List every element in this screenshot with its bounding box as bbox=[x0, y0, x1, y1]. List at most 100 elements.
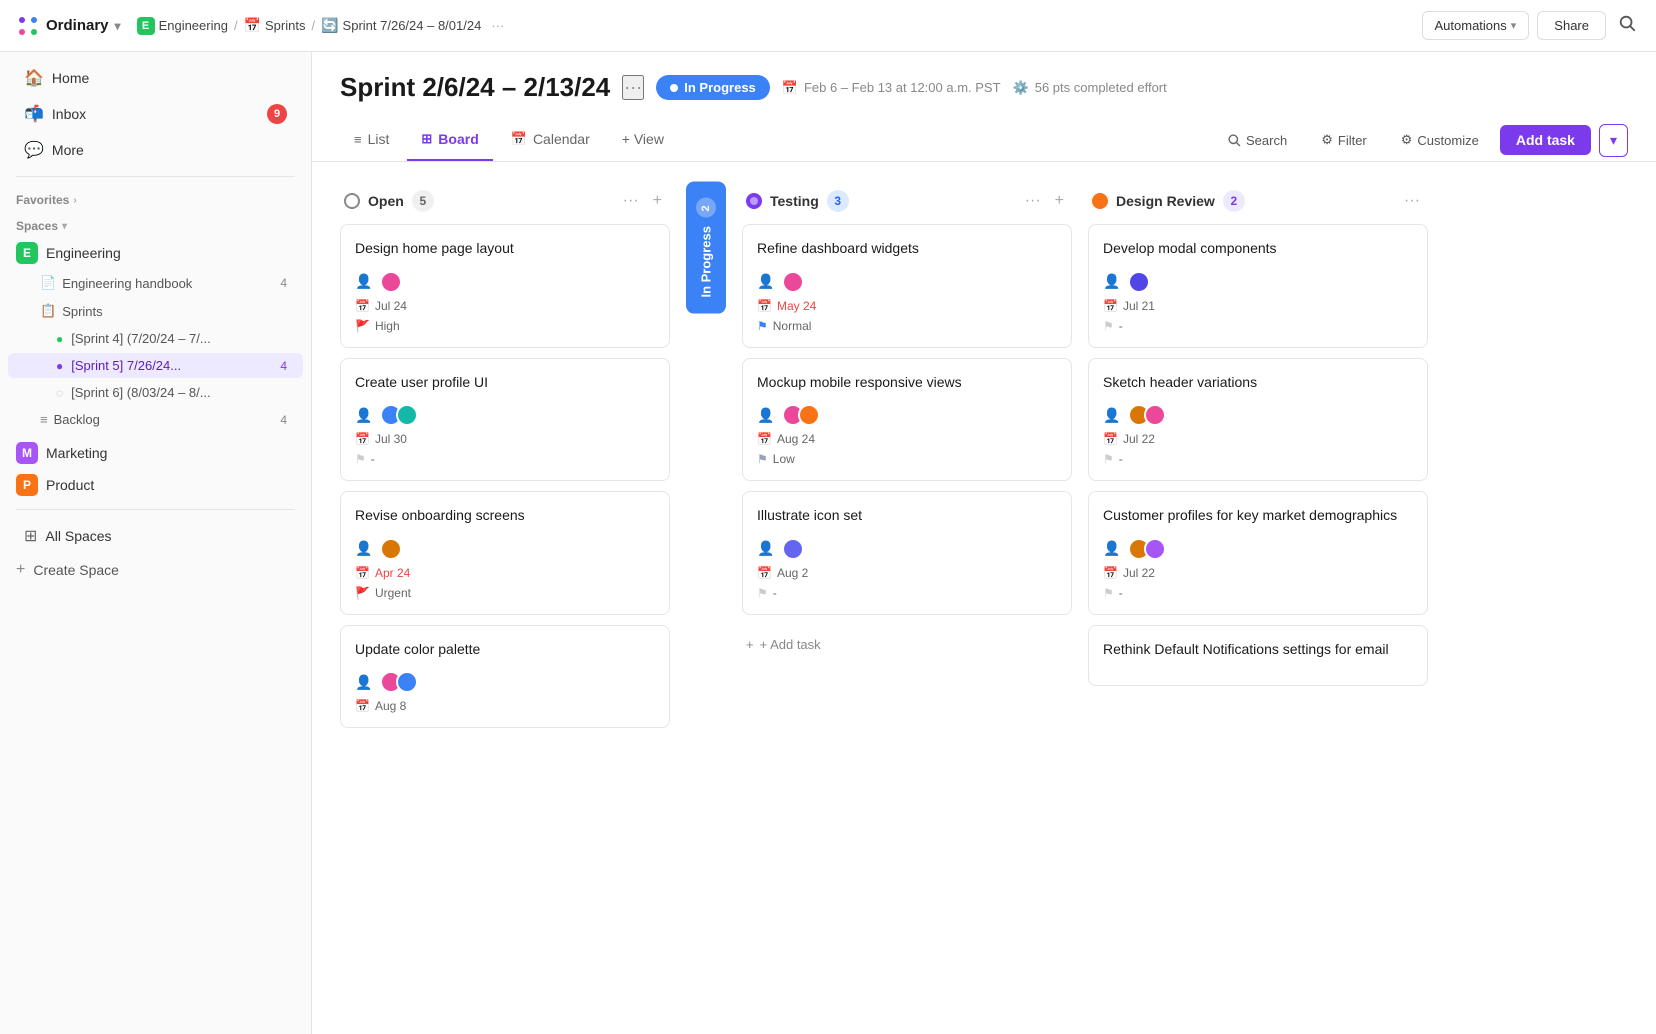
avatar-group bbox=[782, 538, 804, 560]
tab-board[interactable]: ⊞ Board bbox=[407, 119, 492, 161]
card-user-profile[interactable]: Create user profile UI 👤 📅 Jul 30 bbox=[340, 358, 670, 482]
search-button[interactable]: Search bbox=[1214, 126, 1300, 155]
engineering-space-label: Engineering bbox=[46, 245, 121, 261]
card-color-palette[interactable]: Update color palette 👤 📅 Aug 8 bbox=[340, 625, 670, 729]
tab-calendar-label: Calendar bbox=[533, 131, 590, 147]
board-icon: ⊞ bbox=[421, 131, 432, 147]
card-date: 📅 Jul 24 bbox=[355, 299, 655, 313]
sidebar-item-sprints[interactable]: 📋 Sprints bbox=[8, 298, 303, 324]
col-add-open-btn[interactable]: + bbox=[649, 190, 666, 212]
sprint6-status-icon: ◌ bbox=[56, 386, 63, 400]
sprint-status-badge[interactable]: In Progress bbox=[656, 75, 770, 100]
card-meta: 👤 bbox=[757, 271, 1057, 293]
sidebar-spaces-section[interactable]: Spaces ▾ bbox=[0, 211, 311, 237]
tab-calendar[interactable]: 📅 Calendar bbox=[497, 119, 604, 161]
sidebar-item-handbook[interactable]: 📄 Engineering handbook 4 bbox=[8, 270, 303, 296]
sprint-title-row: Sprint 2/6/24 – 2/13/24 ··· In Progress … bbox=[340, 72, 1628, 103]
card-priority: ⚑ - bbox=[1103, 319, 1413, 333]
card-priority: ⚑ - bbox=[1103, 452, 1413, 466]
sidebar-item-home[interactable]: 🏠 Home bbox=[8, 61, 303, 95]
customize-button[interactable]: ⚙ Customize bbox=[1388, 125, 1492, 155]
card-title: Illustrate icon set bbox=[757, 506, 1057, 526]
breadcrumb-more[interactable]: ··· bbox=[491, 18, 504, 33]
sidebar-item-backlog[interactable]: ≡ Backlog 4 bbox=[8, 407, 303, 432]
col-count-testing: 3 bbox=[827, 190, 849, 212]
add-task-button[interactable]: Add task bbox=[1500, 125, 1591, 155]
col-add-testing-btn[interactable]: + bbox=[1051, 190, 1068, 212]
priority-flag: ⚑ bbox=[757, 319, 768, 333]
tab-add-view[interactable]: + View bbox=[608, 119, 678, 161]
create-space-button[interactable]: + Create Space bbox=[0, 554, 311, 586]
card-customer-profiles[interactable]: Customer profiles for key market demogra… bbox=[1088, 491, 1428, 615]
date-value: Jul 24 bbox=[375, 299, 407, 313]
card-header-variations[interactable]: Sketch header variations 👤 📅 Jul 22 bbox=[1088, 358, 1428, 482]
date-value: Apr 24 bbox=[375, 566, 410, 580]
priority-label: Normal bbox=[773, 319, 812, 333]
breadcrumb-sprints[interactable]: 📅 Sprints bbox=[244, 17, 306, 34]
sidebar-divider-2 bbox=[16, 509, 295, 510]
breadcrumb-sprint-current[interactable]: 🔄 Sprint 7/26/24 – 8/01/24 bbox=[321, 17, 481, 34]
card-dashboard-widgets[interactable]: Refine dashboard widgets 👤 📅 May 24 bbox=[742, 224, 1072, 348]
card-icon-set[interactable]: Illustrate icon set 👤 📅 Aug 2 bbox=[742, 491, 1072, 615]
add-task-dropdown[interactable]: ▾ bbox=[1599, 124, 1628, 157]
card-priority: 🚩 High bbox=[355, 319, 655, 333]
sidebar-favorites-section[interactable]: Favorites › bbox=[0, 185, 311, 211]
automations-button[interactable]: Automations ▾ bbox=[1422, 11, 1530, 40]
date-value: Aug 2 bbox=[777, 566, 808, 580]
share-button[interactable]: Share bbox=[1537, 11, 1606, 40]
global-search-button[interactable] bbox=[1614, 10, 1640, 41]
space-engineering[interactable]: E Engineering bbox=[0, 237, 311, 269]
filter-button[interactable]: ⚙ Filter bbox=[1308, 125, 1380, 155]
card-notifications[interactable]: Rethink Default Notifications settings f… bbox=[1088, 625, 1428, 687]
card-design-home[interactable]: Design home page layout 👤 📅 Jul 24 bbox=[340, 224, 670, 348]
automations-label: Automations bbox=[1435, 18, 1507, 33]
sprint5-label: [Sprint 5] 7/26/24... bbox=[71, 358, 181, 373]
col-cards-design: Develop modal components 👤 📅 Jul 21 bbox=[1088, 224, 1428, 686]
sidebar-item-sprint4[interactable]: ● [Sprint 4] (7/20/24 – 7/... bbox=[8, 326, 303, 351]
card-mobile-responsive[interactable]: Mockup mobile responsive views 👤 📅 Aug 2… bbox=[742, 358, 1072, 482]
avatar bbox=[1144, 404, 1166, 426]
favorites-chevron: › bbox=[73, 195, 76, 206]
date-icon: 📅 bbox=[757, 432, 772, 446]
card-date: 📅 Aug 2 bbox=[757, 566, 1057, 580]
marketing-space-label: Marketing bbox=[46, 445, 107, 461]
card-meta: 👤 bbox=[355, 538, 655, 560]
col-menu-testing-btn[interactable]: ··· bbox=[1021, 190, 1045, 212]
space-marketing[interactable]: M Marketing bbox=[0, 437, 311, 469]
sidebar-item-sprint5[interactable]: ● [Sprint 5] 7/26/24... 4 bbox=[8, 353, 303, 378]
top-nav: Ordinary ▾ E Engineering / 📅 Sprints / 🔄… bbox=[0, 0, 1656, 52]
priority-flag: ⚑ bbox=[355, 452, 366, 466]
sprint-menu-button[interactable]: ··· bbox=[622, 75, 644, 100]
sidebar-item-sprint6[interactable]: ◌ [Sprint 6] (8/03/24 – 8/... bbox=[8, 380, 303, 405]
avatar-group bbox=[782, 404, 820, 426]
column-in-progress[interactable]: In Progress 2 bbox=[686, 182, 726, 1014]
sprint4-label: [Sprint 4] (7/20/24 – 7/... bbox=[71, 331, 210, 346]
priority-flag: 🚩 bbox=[355, 319, 370, 333]
tab-list[interactable]: ≡ List bbox=[340, 119, 403, 161]
col-menu-design-btn[interactable]: ··· bbox=[1400, 190, 1424, 212]
sprint-effort: ⚙️ 56 pts completed effort bbox=[1013, 80, 1167, 96]
date-icon: 📅 bbox=[355, 432, 370, 446]
sprint-status-label: In Progress bbox=[684, 80, 756, 95]
avatar-group bbox=[380, 538, 402, 560]
col-header-design: Design Review 2 ··· bbox=[1088, 182, 1428, 224]
sidebar-item-all-spaces[interactable]: ⊞ All Spaces bbox=[8, 519, 303, 553]
date-value: Jul 21 bbox=[1123, 299, 1155, 313]
app-logo[interactable]: Ordinary ▾ bbox=[16, 14, 129, 38]
space-product[interactable]: P Product bbox=[0, 469, 311, 501]
card-onboarding[interactable]: Revise onboarding screens 👤 📅 Apr 24 bbox=[340, 491, 670, 615]
sidebar-item-more[interactable]: 💬 More bbox=[8, 133, 303, 167]
priority-flag: ⚑ bbox=[1103, 586, 1114, 600]
sidebar-item-inbox[interactable]: 📬 Inbox 9 bbox=[8, 97, 303, 131]
in-progress-label[interactable]: In Progress 2 bbox=[686, 182, 726, 314]
col-menu-open-btn[interactable]: ··· bbox=[619, 190, 643, 212]
card-title: Create user profile UI bbox=[355, 373, 655, 393]
avatar-group bbox=[380, 671, 418, 693]
add-task-testing[interactable]: + + Add task bbox=[742, 629, 1072, 660]
add-task-label: Add task bbox=[1516, 132, 1575, 148]
breadcrumb-engineering[interactable]: E Engineering bbox=[137, 17, 228, 35]
sprints-label: Sprints bbox=[62, 304, 102, 319]
card-modal-components[interactable]: Develop modal components 👤 📅 Jul 21 bbox=[1088, 224, 1428, 348]
card-meta: 👤 bbox=[1103, 404, 1413, 426]
assign-icon: 👤 bbox=[355, 273, 372, 290]
